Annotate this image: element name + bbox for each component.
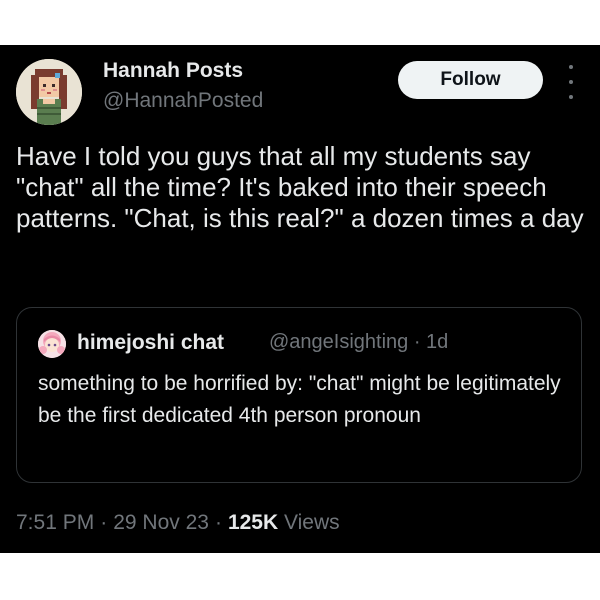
views-label: Views [284,511,340,534]
pixel-art-avatar-icon [16,59,82,125]
quote-text: something to be horrified by: "chat" mig… [38,372,561,427]
tweet-card: Hannah Posts @HannahPosted Follow Have I… [0,45,600,553]
author-name[interactable]: Hannah Posts [103,59,243,83]
more-vertical-icon[interactable] [560,65,582,99]
quoted-tweet[interactable]: himejoshi chat @angeIsighting · 1d somet… [16,307,582,483]
tweet-time[interactable]: 7:51 PM [16,511,94,535]
anime-avatar-icon [38,330,66,358]
follow-button[interactable]: Follow [398,61,543,99]
meta-separator: · [100,511,108,534]
quote-author-name: himejoshi chat [77,331,225,354]
views-count: 125K [227,511,279,534]
quote-author-avatar[interactable] [38,330,66,358]
meta-separator: · [214,511,222,534]
tweet-text: Have I told you guys that all my student… [16,141,584,233]
quote-author-handle-time: @angeIsighting · 1d [269,331,449,353]
views-stat[interactable]: 125K Views [228,511,340,535]
tweet-date[interactable]: 29 Nov 23 [113,511,209,535]
author-handle[interactable]: @HannahPosted [103,89,263,113]
tweet-meta: 7:51 PM · 29 Nov 23 · 125K Views [16,511,340,535]
author-avatar[interactable] [16,59,82,125]
